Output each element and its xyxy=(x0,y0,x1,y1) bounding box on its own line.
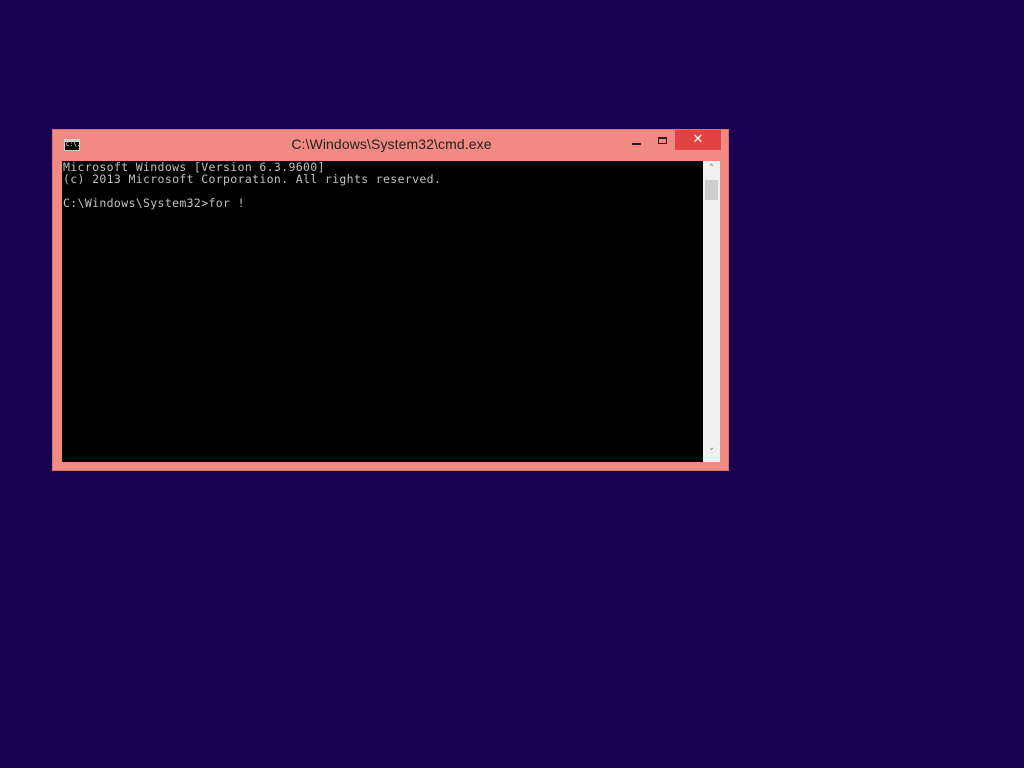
scroll-thumb[interactable] xyxy=(705,180,718,200)
scroll-up-arrow-icon[interactable]: ˄ xyxy=(703,161,720,178)
console-output[interactable]: Microsoft Windows [Version 6.3.9600] (c)… xyxy=(62,161,703,462)
cmd-window: C:\. C:\Windows\System32\cmd.exe ✕ Micro… xyxy=(52,129,729,471)
maximize-button[interactable] xyxy=(649,130,675,150)
minimize-icon xyxy=(631,143,641,145)
close-icon: ✕ xyxy=(692,132,704,147)
maximize-icon xyxy=(657,136,667,144)
console-prompt-line: C:\Windows\System32>for ! xyxy=(63,196,245,210)
title-bar[interactable]: C:\. C:\Windows\System32\cmd.exe ✕ xyxy=(53,130,728,161)
desktop: C:\. C:\Windows\System32\cmd.exe ✕ Micro… xyxy=(0,0,1024,768)
console-line: (c) 2013 Microsoft Corporation. All righ… xyxy=(63,172,442,186)
minimize-button[interactable] xyxy=(623,130,649,150)
scroll-down-arrow-icon[interactable]: ˅ xyxy=(703,445,720,462)
vertical-scrollbar[interactable]: ˄ ˅ xyxy=(703,161,720,462)
close-button[interactable]: ✕ xyxy=(675,130,721,150)
